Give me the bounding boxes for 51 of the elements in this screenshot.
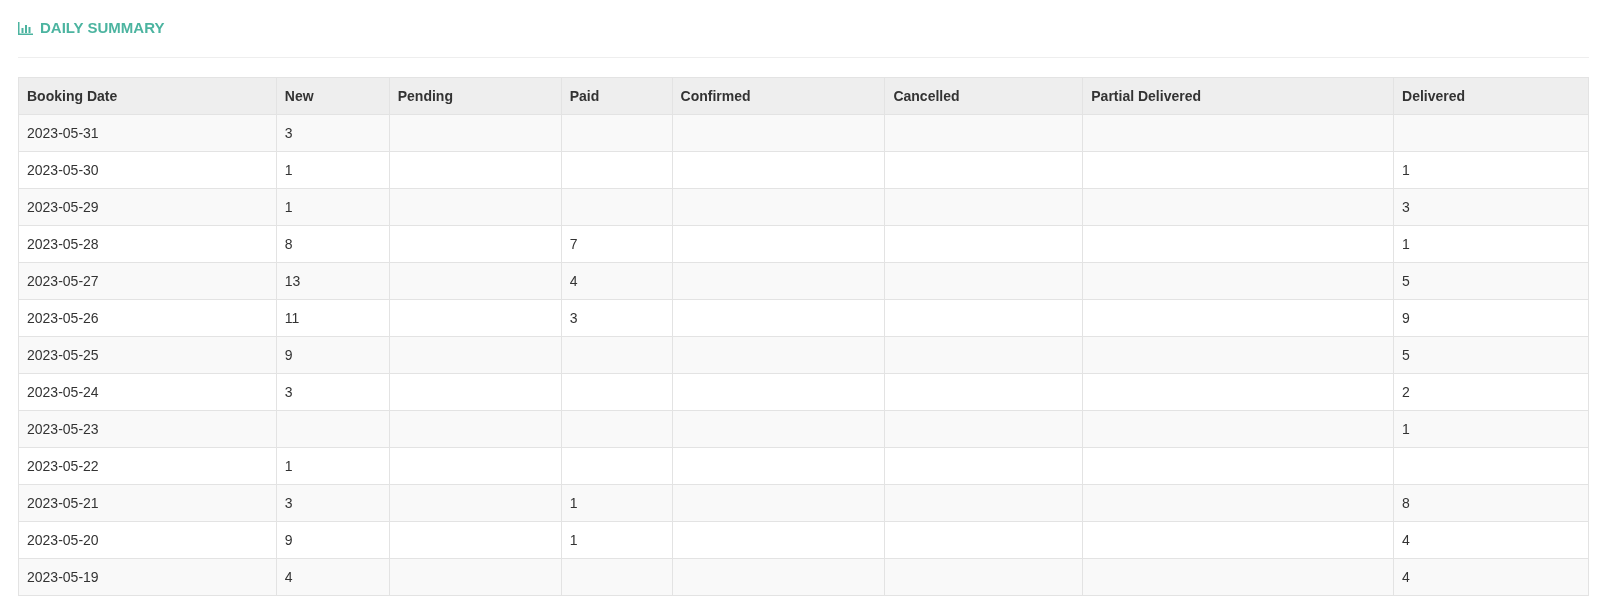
table-cell: 8 <box>276 225 390 263</box>
table-cell: 4 <box>276 558 390 596</box>
table-cell: 1 <box>1393 410 1589 448</box>
bar-chart-icon <box>18 22 33 35</box>
table-cell: 2023-05-29 <box>18 188 277 226</box>
table-cell: 1 <box>561 521 673 559</box>
table-cell: 2023-05-27 <box>18 262 277 300</box>
table-cell: 2023-05-25 <box>18 336 277 374</box>
table-cell: 4 <box>1393 558 1589 596</box>
table-cell: 3 <box>1393 188 1589 226</box>
table-cell: 1 <box>561 484 673 522</box>
table-cell: 8 <box>1393 484 1589 522</box>
column-header: Partial Delivered <box>1082 77 1394 115</box>
table-cell: 4 <box>561 262 673 300</box>
table-cell: 11 <box>276 299 390 337</box>
table-cell: 5 <box>1393 336 1589 374</box>
table-cell: 2023-05-26 <box>18 299 277 337</box>
table-cell: 9 <box>276 336 390 374</box>
table-cell: 2 <box>1393 373 1589 411</box>
section-title: DAILY SUMMARY <box>40 18 165 39</box>
table-cell: 1 <box>276 188 390 226</box>
table-cell: 2023-05-24 <box>18 373 277 411</box>
table-cell: 3 <box>276 373 390 411</box>
table-cell: 3 <box>276 484 390 522</box>
table-cell: 2023-05-21 <box>18 484 277 522</box>
table-cell: 2023-05-31 <box>18 114 277 152</box>
column-header: Confirmed <box>672 77 885 115</box>
table-cell: 2023-05-23 <box>18 410 277 448</box>
table-cell: 9 <box>1393 299 1589 337</box>
table-cell: 2023-05-28 <box>18 225 277 263</box>
table-cell: 1 <box>276 447 390 485</box>
column-header: Cancelled <box>884 77 1083 115</box>
table-cell: 9 <box>276 521 390 559</box>
table-cell: 4 <box>1393 521 1589 559</box>
column-header: New <box>276 77 390 115</box>
table-cell: 7 <box>561 225 673 263</box>
table-cell: 1 <box>1393 151 1589 189</box>
table-cell: 1 <box>1393 225 1589 263</box>
table-cell: 13 <box>276 262 390 300</box>
table-cell: 3 <box>561 299 673 337</box>
table-cell: 2023-05-19 <box>18 558 277 596</box>
table-cell: 2023-05-30 <box>18 151 277 189</box>
table-cell: 5 <box>1393 262 1589 300</box>
column-header: Pending <box>389 77 562 115</box>
column-header: Delivered <box>1393 77 1589 115</box>
column-header: Paid <box>561 77 673 115</box>
table-cell: 1 <box>276 151 390 189</box>
table-cell: 3 <box>276 114 390 152</box>
column-header: Booking Date <box>18 77 277 115</box>
table-cell: 2023-05-22 <box>18 447 277 485</box>
table-cell: 2023-05-20 <box>18 521 277 559</box>
